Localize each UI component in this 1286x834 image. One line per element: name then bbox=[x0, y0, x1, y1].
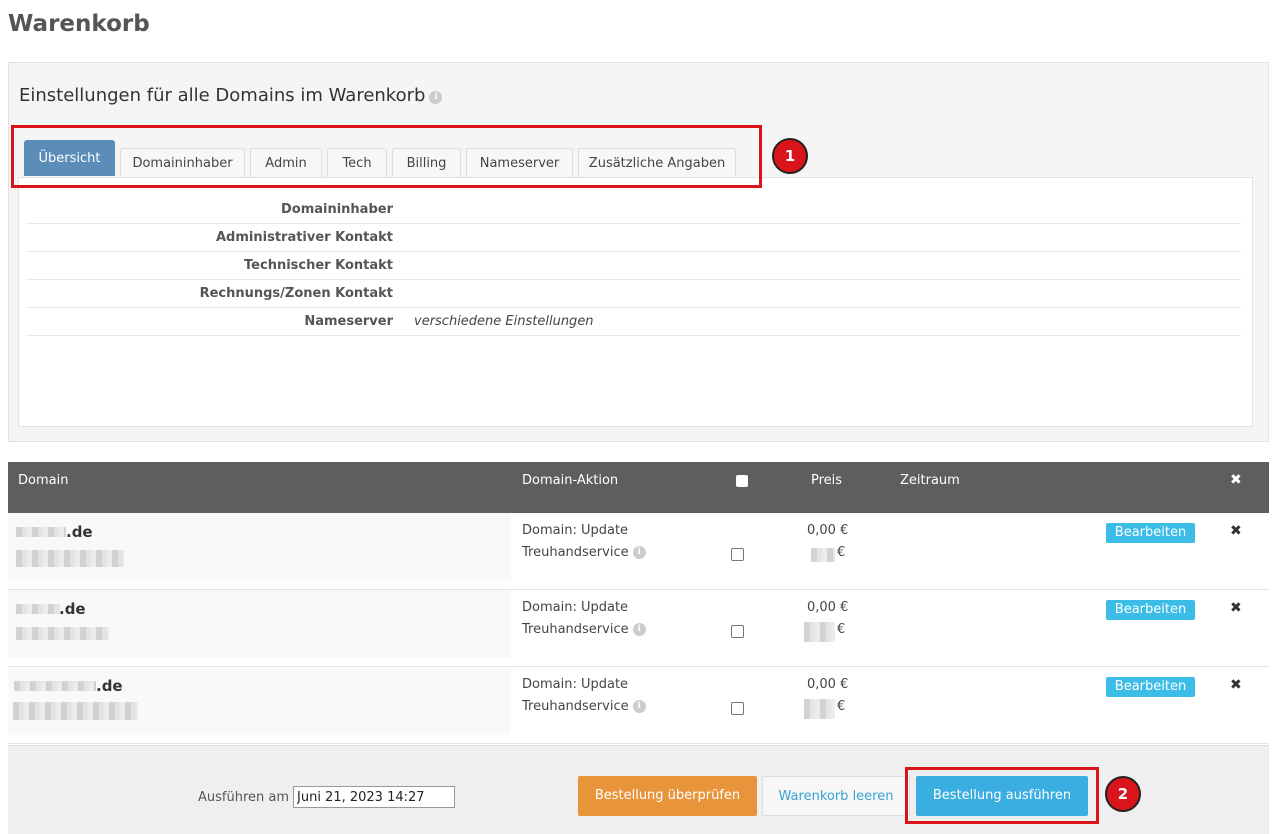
price: 0,00 € bbox=[807, 523, 849, 538]
redacted-price bbox=[804, 699, 835, 719]
remove-row-icon[interactable]: ✖ bbox=[1230, 523, 1242, 539]
price: 0,00 € bbox=[807, 677, 849, 692]
select-all-checkbox[interactable] bbox=[736, 475, 748, 487]
domain-cell: .de bbox=[8, 667, 511, 735]
table-row: .de Domain: Update Treuhandservice ℹ 0,00… bbox=[8, 513, 1269, 590]
overview-value: verschiedene Einstellungen bbox=[414, 314, 594, 329]
header-period: Zeitraum bbox=[900, 473, 960, 488]
redacted-price bbox=[804, 622, 835, 642]
annotation-badge-1: 1 bbox=[772, 138, 808, 174]
overview-row: Rechnungs/Zonen Kontakt bbox=[26, 280, 1241, 308]
info-icon[interactable]: ℹ bbox=[632, 546, 646, 559]
info-icon[interactable]: ℹ bbox=[632, 700, 646, 713]
page-title: Warenkorb bbox=[8, 11, 150, 37]
overview-label: Administrativer Kontakt bbox=[216, 230, 393, 245]
header-domain-action: Domain-Aktion bbox=[522, 473, 619, 488]
overview-row: Administrativer Kontakt bbox=[26, 224, 1241, 252]
action-main: Domain: Update bbox=[522, 600, 629, 615]
header-price: Preis bbox=[811, 473, 843, 488]
edit-button[interactable]: Bearbeiten bbox=[1106, 677, 1195, 697]
remove-row-icon[interactable]: ✖ bbox=[1230, 677, 1242, 693]
annotation-box-tabs bbox=[11, 125, 762, 188]
execute-date-label: Ausführen am bbox=[198, 790, 290, 805]
action-sub: Treuhandservice ℹ bbox=[522, 699, 646, 714]
action-sub-label: Treuhandservice bbox=[522, 699, 629, 714]
edit-button[interactable]: Bearbeiten bbox=[1106, 523, 1195, 543]
redacted-domain-detail bbox=[16, 627, 109, 640]
treuhand-checkbox[interactable] bbox=[731, 702, 744, 715]
header-domain: Domain bbox=[18, 473, 69, 488]
overview-label: Nameserver bbox=[304, 314, 393, 329]
execute-date-input[interactable] bbox=[293, 786, 455, 808]
remove-all-icon[interactable]: ✖ bbox=[1230, 472, 1242, 488]
domain-cell: .de bbox=[8, 590, 511, 658]
redacted-domain-name bbox=[14, 681, 96, 691]
price-sub: € bbox=[837, 699, 846, 714]
overview-row: Technischer Kontakt bbox=[26, 252, 1241, 280]
overview-content: Domaininhaber Administrativer Kontakt Te… bbox=[18, 177, 1253, 427]
redacted-domain-name bbox=[16, 604, 60, 614]
annotation-box-order bbox=[905, 767, 1099, 824]
treuhand-checkbox[interactable] bbox=[731, 625, 744, 638]
settings-panel: Einstellungen für alle Domains im Warenk… bbox=[8, 62, 1269, 442]
info-icon[interactable]: ℹ bbox=[429, 91, 443, 104]
action-sub: Treuhandservice ℹ bbox=[522, 545, 646, 560]
overview-label: Technischer Kontakt bbox=[244, 258, 393, 273]
domain-tld: .de bbox=[59, 600, 86, 618]
price-sub: € bbox=[837, 545, 846, 560]
treuhand-checkbox[interactable] bbox=[731, 548, 744, 561]
empty-cart-button[interactable]: Warenkorb leeren bbox=[762, 776, 910, 816]
table-row: .de Domain: Update Treuhandservice ℹ 0,00… bbox=[8, 667, 1269, 744]
domain-tld: .de bbox=[66, 523, 93, 541]
overview-row: Nameserver verschiedene Einstellungen bbox=[26, 308, 1241, 336]
redacted-price bbox=[811, 548, 835, 562]
overview-label: Domaininhaber bbox=[280, 202, 393, 217]
action-main: Domain: Update bbox=[522, 677, 629, 692]
settings-heading: Einstellungen für alle Domains im Warenk… bbox=[19, 85, 443, 106]
settings-heading-text: Einstellungen für alle Domains im Warenk… bbox=[19, 85, 426, 106]
table-row: .de Domain: Update Treuhandservice ℹ 0,00… bbox=[8, 590, 1269, 667]
price-sub: € bbox=[837, 622, 846, 637]
table-header: Domain Domain-Aktion Preis Zeitraum ✖ bbox=[8, 462, 1269, 513]
redacted-domain-detail bbox=[13, 702, 138, 720]
info-icon[interactable]: ℹ bbox=[632, 623, 646, 636]
overview-row: Domaininhaber bbox=[26, 196, 1241, 224]
overview-label: Rechnungs/Zonen Kontakt bbox=[199, 286, 393, 301]
annotation-badge-2: 2 bbox=[1105, 776, 1141, 812]
check-order-button[interactable]: Bestellung überprüfen bbox=[578, 776, 757, 816]
price: 0,00 € bbox=[807, 600, 849, 615]
edit-button[interactable]: Bearbeiten bbox=[1106, 600, 1195, 620]
redacted-domain-name bbox=[16, 527, 66, 537]
domain-tld: .de bbox=[96, 677, 123, 695]
action-sub: Treuhandservice ℹ bbox=[522, 622, 646, 637]
action-main: Domain: Update bbox=[522, 523, 629, 538]
domain-cell: .de bbox=[8, 513, 511, 581]
remove-row-icon[interactable]: ✖ bbox=[1230, 600, 1242, 616]
action-sub-label: Treuhandservice bbox=[522, 545, 629, 560]
action-sub-label: Treuhandservice bbox=[522, 622, 629, 637]
redacted-domain-detail bbox=[16, 550, 124, 567]
